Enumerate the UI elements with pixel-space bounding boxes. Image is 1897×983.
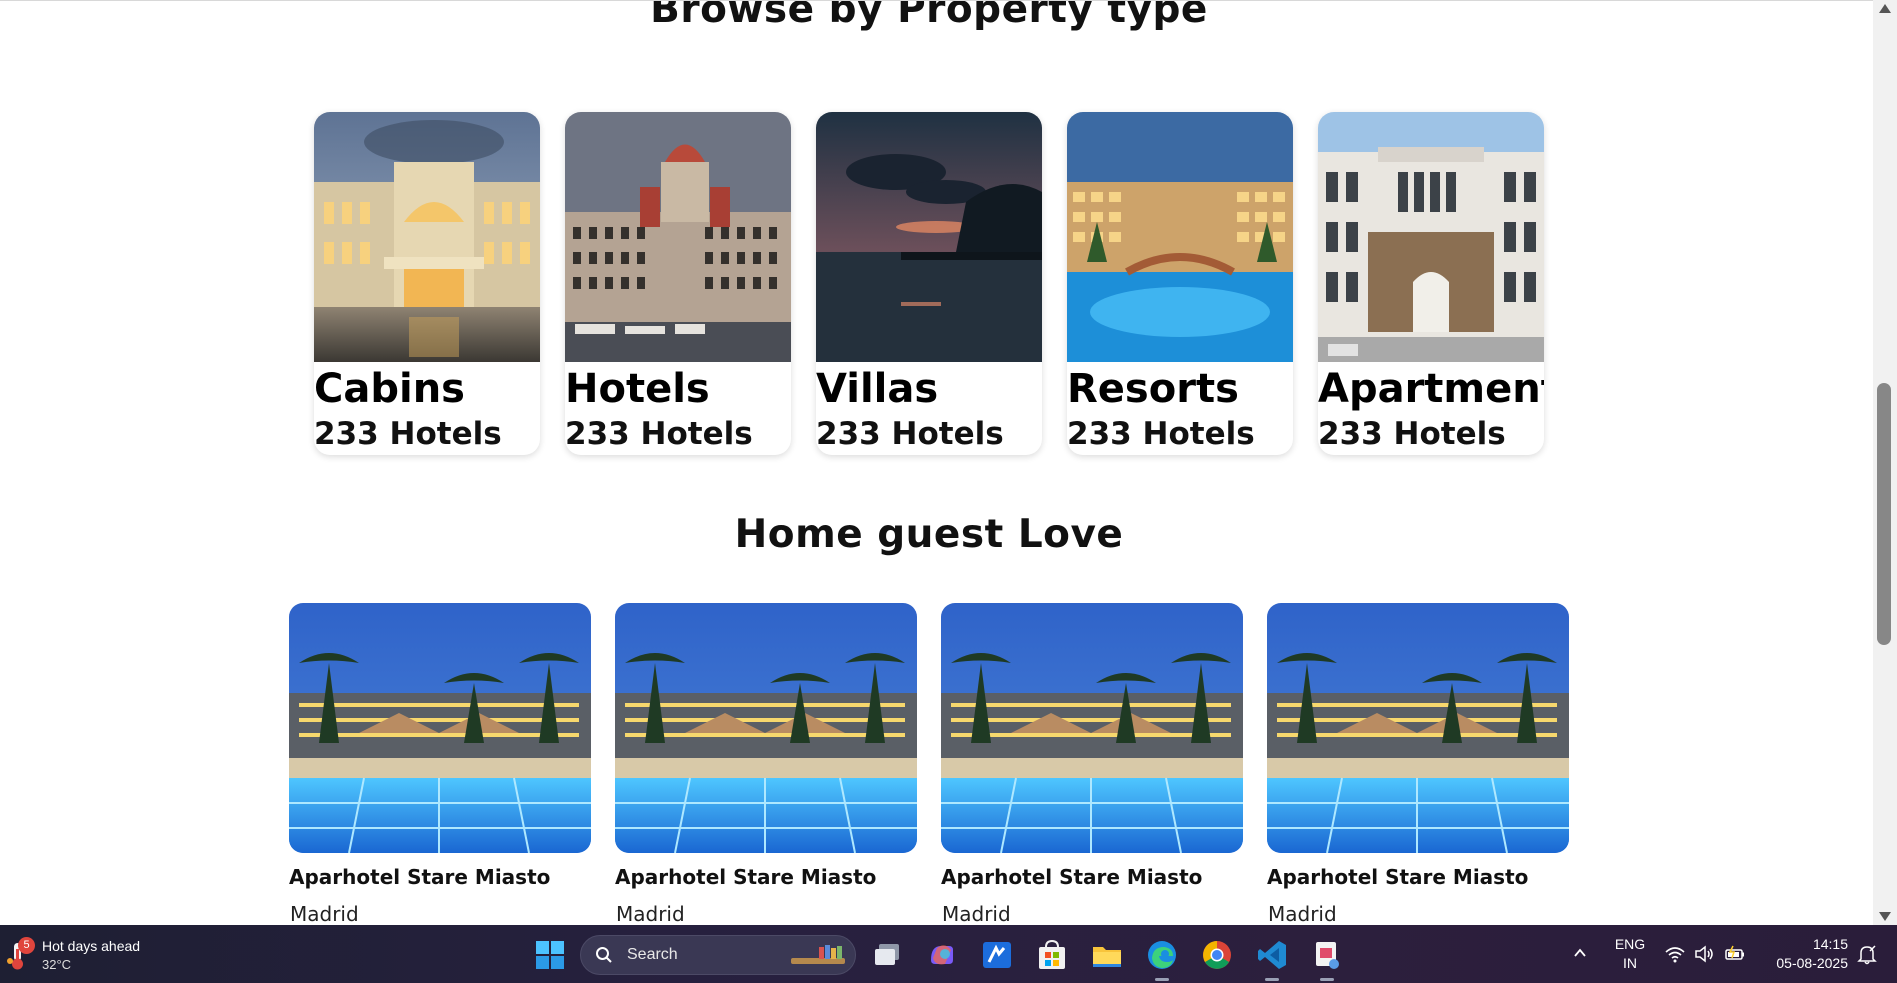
hotel-name: Aparhotel Stare Miasto bbox=[289, 865, 551, 889]
vscode-icon[interactable] bbox=[1255, 938, 1289, 972]
search-icon bbox=[596, 947, 612, 963]
show-hidden-icons-chevron-up-icon[interactable] bbox=[1572, 945, 1588, 961]
property-card-cabins[interactable]: Cabins 233 Hotels bbox=[314, 112, 540, 455]
hotel-image bbox=[1267, 603, 1569, 853]
search-highlight-icon bbox=[791, 945, 845, 964]
home-guest-love-heading: Home guest Love bbox=[734, 512, 1124, 557]
chrome-icon[interactable] bbox=[1200, 938, 1234, 972]
scroll-down-arrow-icon[interactable] bbox=[1879, 912, 1891, 921]
windows-start-icon[interactable] bbox=[533, 938, 567, 972]
property-card-villas[interactable]: Villas 233 Hotels bbox=[816, 112, 1042, 455]
hotel-name: Aparhotel Stare Miasto bbox=[1267, 865, 1529, 889]
weather-widget[interactable]: 5 Hot days ahead 32°C bbox=[4, 937, 174, 977]
hotel-city: Madrid bbox=[290, 902, 359, 925]
property-name: Hotels bbox=[565, 366, 710, 412]
property-count: 233 Hotels bbox=[816, 416, 1004, 452]
task-view-icon[interactable] bbox=[870, 938, 904, 972]
property-image-hotels bbox=[565, 112, 791, 362]
hotel-image bbox=[941, 603, 1243, 853]
wifi-icon[interactable] bbox=[1664, 943, 1686, 965]
hotel-city: Madrid bbox=[942, 902, 1011, 925]
taskbar: 5 Hot days ahead 32°C Search ENG IN 14:1… bbox=[0, 925, 1897, 983]
scroll-up-arrow-icon[interactable] bbox=[1879, 4, 1891, 13]
vscode-active-indicator bbox=[1265, 978, 1279, 981]
property-count: 233 Hotels bbox=[314, 416, 502, 452]
weather-title: Hot days ahead bbox=[42, 938, 141, 954]
property-count: 233 Hotels bbox=[565, 416, 753, 452]
taskbar-search-box[interactable]: Search bbox=[580, 935, 856, 975]
hotel-card[interactable]: Aparhotel Stare Miasto Madrid bbox=[289, 603, 591, 925]
property-card-resorts[interactable]: Resorts 233 Hotels bbox=[1067, 112, 1293, 455]
property-image-apartment bbox=[1318, 112, 1544, 362]
scroll-thumb[interactable] bbox=[1877, 383, 1891, 645]
property-count: 233 Hotels bbox=[1318, 416, 1506, 452]
system-clock[interactable]: 14:15 05-08-2025 bbox=[1762, 935, 1848, 973]
property-name: Apartment bbox=[1318, 366, 1544, 412]
property-name: Cabins bbox=[314, 366, 465, 412]
property-image-cabins bbox=[314, 112, 540, 362]
language-region: IN bbox=[1623, 955, 1637, 971]
weather-temperature: 32°C bbox=[42, 957, 72, 972]
hotel-city: Madrid bbox=[1268, 902, 1337, 925]
volume-icon[interactable] bbox=[1693, 943, 1715, 965]
property-card-hotels[interactable]: Hotels 233 Hotels bbox=[565, 112, 791, 455]
language-code: ENG bbox=[1614, 936, 1646, 952]
property-name: Resorts bbox=[1067, 366, 1239, 412]
snipping-tool-icon[interactable] bbox=[1310, 938, 1344, 972]
browse-property-heading: Browse by Property type bbox=[650, 0, 1208, 32]
hotel-card[interactable]: Aparhotel Stare Miasto Madrid bbox=[615, 603, 917, 925]
property-card-apartment[interactable]: Apartment 233 Hotels bbox=[1318, 112, 1544, 455]
property-count: 233 Hotels bbox=[1067, 416, 1255, 452]
edge-icon[interactable] bbox=[1145, 938, 1179, 972]
property-image-villas bbox=[816, 112, 1042, 362]
hotel-name: Aparhotel Stare Miasto bbox=[615, 865, 877, 889]
news-app-icon[interactable] bbox=[980, 938, 1014, 972]
web-page-viewport: Browse by Property type Cabins 233 Hotel… bbox=[0, 0, 1873, 925]
vertical-scrollbar[interactable] bbox=[1873, 0, 1897, 925]
hotel-image bbox=[289, 603, 591, 853]
copilot-icon[interactable] bbox=[925, 938, 959, 972]
hotel-name: Aparhotel Stare Miasto bbox=[941, 865, 1203, 889]
hotel-card[interactable]: Aparhotel Stare Miasto Madrid bbox=[1267, 603, 1569, 925]
search-label: Search bbox=[627, 946, 678, 963]
clock-time: 14:15 bbox=[1812, 936, 1848, 952]
notification-bell-icon[interactable] bbox=[1856, 943, 1878, 965]
weather-badge: 5 bbox=[18, 937, 35, 954]
language-indicator[interactable]: ENG IN bbox=[1612, 935, 1648, 973]
property-image-resorts bbox=[1067, 112, 1293, 362]
hotel-card[interactable]: Aparhotel Stare Miasto Madrid bbox=[941, 603, 1243, 925]
hotel-image bbox=[615, 603, 917, 853]
property-name: Villas bbox=[816, 366, 939, 412]
snipping-active-indicator bbox=[1320, 978, 1334, 981]
microsoft-store-icon[interactable] bbox=[1035, 938, 1069, 972]
clock-date: 05-08-2025 bbox=[1776, 955, 1848, 971]
hotel-city: Madrid bbox=[616, 902, 685, 925]
file-explorer-icon[interactable] bbox=[1090, 938, 1124, 972]
edge-active-indicator bbox=[1155, 978, 1169, 981]
battery-icon[interactable] bbox=[1724, 943, 1746, 965]
